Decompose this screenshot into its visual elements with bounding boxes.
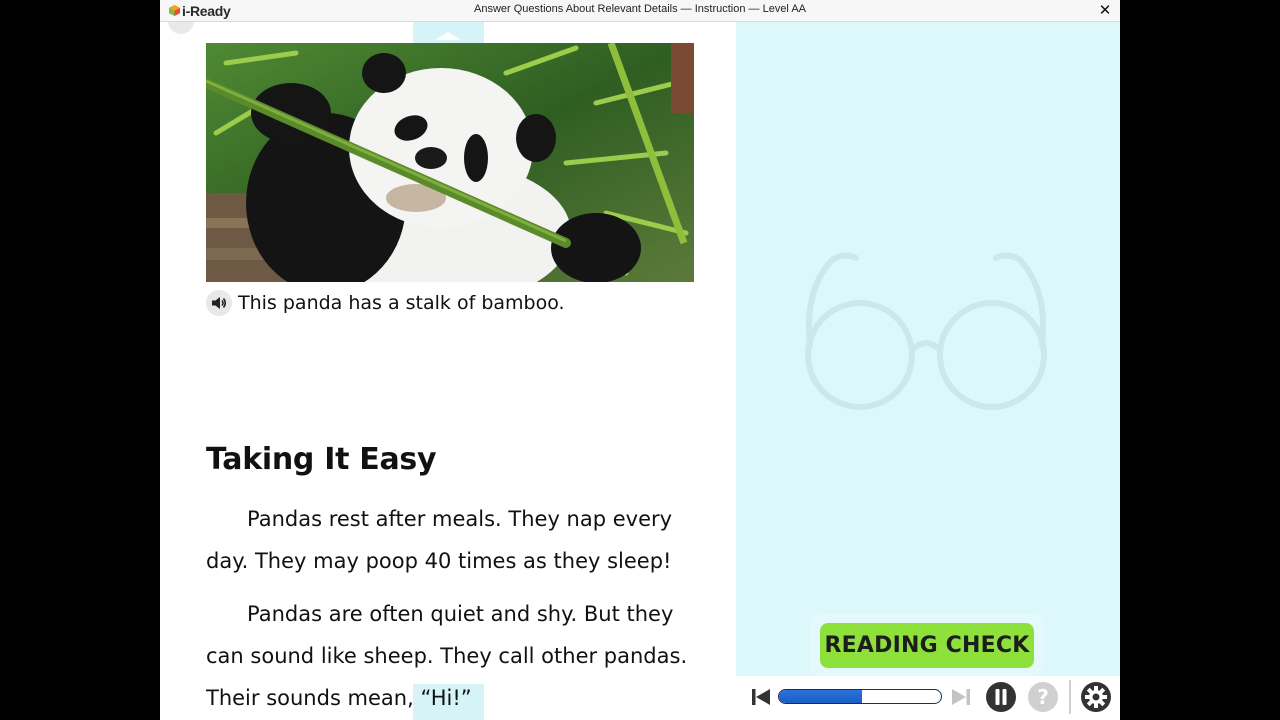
window-title: Answer Questions About Relevant Details … bbox=[474, 3, 806, 15]
gear-icon[interactable] bbox=[1080, 681, 1112, 713]
scroll-up-tab[interactable] bbox=[413, 22, 484, 44]
progress-bar[interactable] bbox=[778, 689, 942, 704]
section-heading: Taking It Easy bbox=[206, 442, 437, 477]
iready-app-window: i-Ready Answer Questions About Relevant … bbox=[160, 0, 1120, 720]
caption-text: This panda has a stalk of bamboo. bbox=[238, 292, 565, 314]
reading-pane[interactable]: This panda has a stalk of bamboo. Taking… bbox=[160, 22, 736, 720]
close-icon: ✕ bbox=[1098, 1, 1112, 19]
help-icon[interactable]: ? bbox=[1027, 681, 1059, 713]
reading-check-panel: READING CHECK ? bbox=[736, 22, 1120, 720]
caption-audio-button[interactable] bbox=[206, 290, 232, 316]
title-bar: i-Ready Answer Questions About Relevant … bbox=[160, 0, 1120, 22]
paragraph: Pandas are often quiet and shy. But they… bbox=[206, 602, 688, 710]
glasses-icon bbox=[805, 252, 1047, 410]
skip-back-icon[interactable] bbox=[750, 686, 772, 708]
playback-controls: ? bbox=[736, 676, 1120, 720]
page-avatar bbox=[168, 22, 194, 34]
progress-fill bbox=[779, 690, 862, 703]
panda-photo bbox=[206, 43, 694, 282]
reading-check-container: READING CHECK bbox=[810, 614, 1044, 676]
control-divider bbox=[1069, 680, 1071, 714]
skip-forward-icon[interactable] bbox=[950, 686, 972, 708]
paragraph: Pandas rest after meals. They nap every … bbox=[206, 507, 673, 573]
svg-text:?: ? bbox=[1037, 685, 1049, 709]
chevron-up-icon bbox=[435, 32, 461, 40]
image-caption: This panda has a stalk of bamboo. bbox=[206, 288, 565, 318]
reading-check-button[interactable]: READING CHECK bbox=[820, 623, 1034, 668]
pause-icon[interactable] bbox=[985, 681, 1017, 713]
panda-eating-bamboo-image bbox=[206, 43, 694, 282]
close-button[interactable]: ✕ bbox=[1096, 1, 1114, 19]
speaker-icon bbox=[212, 297, 227, 309]
